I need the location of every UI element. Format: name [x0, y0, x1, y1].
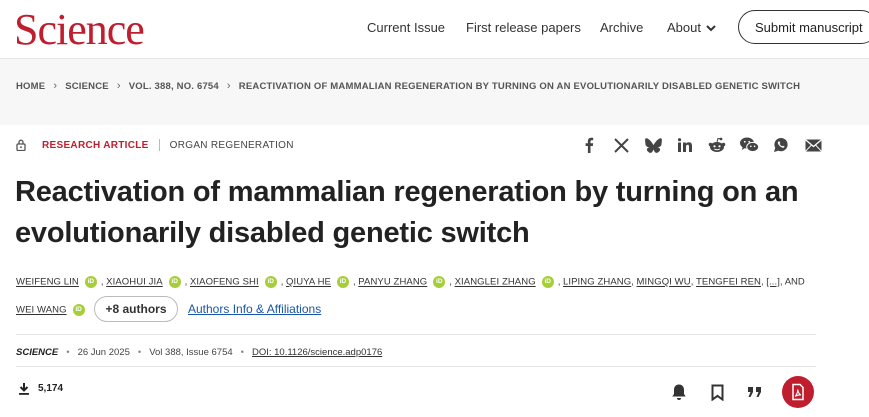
author-link[interactable]: TENGFEI REN	[696, 277, 761, 288]
breadcrumb: HOME › SCIENCE › VOL. 388, NO. 6754 › RE…	[16, 80, 800, 92]
breadcrumb-article: REACTIVATION OF MAMMALIAN REGENERATION B…	[238, 80, 801, 92]
whatsapp-icon[interactable]	[770, 136, 792, 154]
bookmark-icon[interactable]	[706, 379, 728, 405]
publication-info: SCIENCE • 26 Jun 2025 • Vol 388, Issue 6…	[16, 347, 382, 358]
pdf-download-button[interactable]	[782, 376, 814, 408]
orcid-icon[interactable]: iD	[84, 276, 97, 288]
email-icon[interactable]	[802, 136, 824, 154]
reddit-icon[interactable]	[706, 136, 728, 154]
author-link[interactable]: WEIFENG LIN	[16, 277, 79, 288]
article-type[interactable]: RESEARCH ARTICLE	[42, 140, 149, 151]
nav-archive[interactable]: Archive	[600, 20, 643, 35]
site-header: Science Current Issue First release pape…	[0, 0, 869, 59]
author-link[interactable]: XIANGLEI ZHANG	[455, 277, 536, 288]
download-icon	[19, 383, 29, 395]
more-authors-button[interactable]: +8 authors	[94, 296, 178, 322]
article-title: Reactivation of mammalian regeneration b…	[15, 176, 799, 249]
article-tools	[668, 376, 814, 408]
doi-link[interactable]: DOI: 10.1126/science.adp0176	[252, 347, 382, 358]
wechat-icon[interactable]	[738, 136, 760, 154]
nav-about-label: About	[667, 20, 701, 35]
dot-separator: •	[66, 347, 70, 358]
orcid-icon[interactable]: iD	[72, 304, 85, 316]
orcid-icon[interactable]: iD	[433, 276, 446, 288]
publication-date: 26 Jun 2025	[77, 347, 130, 358]
chevron-right-icon: ›	[116, 80, 121, 92]
facebook-icon[interactable]	[578, 136, 600, 154]
author-link[interactable]: XIAOFENG SHI	[190, 277, 259, 288]
chevron-right-icon: ›	[53, 80, 58, 92]
orcid-icon[interactable]: iD	[337, 276, 349, 288]
downloads-value: 5,174	[38, 383, 64, 394]
bell-icon[interactable]	[668, 379, 690, 405]
submit-manuscript-button[interactable]: Submit manuscript	[738, 10, 869, 44]
linkedin-icon[interactable]	[674, 136, 696, 154]
author-link[interactable]: PANYU ZHANG	[358, 277, 427, 288]
chevron-down-icon	[706, 24, 716, 31]
journal-name[interactable]: SCIENCE	[16, 347, 58, 358]
downloads-count: 5,174	[18, 382, 63, 395]
x-icon[interactable]	[610, 136, 632, 154]
article-meta-row: RESEARCH ARTICLE ORGAN REGENERATION	[16, 139, 294, 151]
science-logo[interactable]: Science	[14, 6, 145, 54]
author-link[interactable]: MINGQI WU	[637, 277, 691, 288]
author-list: WEIFENG LIN iD, XIAOHUI JIA iD, XIAOFENG S…	[16, 276, 805, 288]
author-and: , AND	[779, 276, 805, 288]
volume-issue[interactable]: Vol 388, Issue 6754	[149, 347, 232, 358]
orcid-icon[interactable]: iD	[264, 276, 277, 288]
author-link[interactable]: XIAOHUI JIA	[106, 277, 163, 288]
dot-separator: •	[137, 347, 142, 358]
breadcrumb-home[interactable]: HOME	[16, 81, 45, 92]
author-link[interactable]: WEI WANG	[16, 305, 67, 316]
nav-current-issue[interactable]: Current Issue	[367, 20, 445, 35]
divider	[16, 366, 816, 367]
author-link[interactable]: QIUYA HE	[286, 277, 331, 288]
breadcrumb-volume[interactable]: VOL. 388, NO. 6754	[129, 81, 219, 92]
author-link[interactable]: LIPING ZHANG	[563, 277, 631, 288]
nav-about[interactable]: About	[667, 20, 717, 35]
divider	[16, 334, 816, 335]
nav-first-release[interactable]: First release papers	[466, 20, 581, 35]
authors-affiliations-link[interactable]: Authors Info & Affiliations	[188, 302, 321, 316]
lock-open-icon	[16, 139, 26, 151]
breadcrumb-science[interactable]: SCIENCE	[65, 81, 109, 92]
orcid-icon[interactable]: iD	[168, 276, 181, 288]
article-topic[interactable]: ORGAN REGENERATION	[170, 140, 294, 151]
chevron-right-icon: ›	[226, 80, 231, 92]
meta-divider	[158, 139, 160, 151]
orcid-icon[interactable]: iD	[541, 276, 554, 288]
share-bar	[578, 136, 824, 154]
author-ellipsis[interactable]: [...]	[766, 277, 780, 288]
dot-separator: •	[240, 347, 244, 358]
quote-icon[interactable]	[744, 379, 766, 405]
bluesky-icon[interactable]	[642, 136, 664, 154]
last-author-row: WEI WANG iD	[16, 304, 89, 316]
breadcrumb-band	[0, 59, 869, 125]
pdf-icon	[792, 383, 804, 401]
